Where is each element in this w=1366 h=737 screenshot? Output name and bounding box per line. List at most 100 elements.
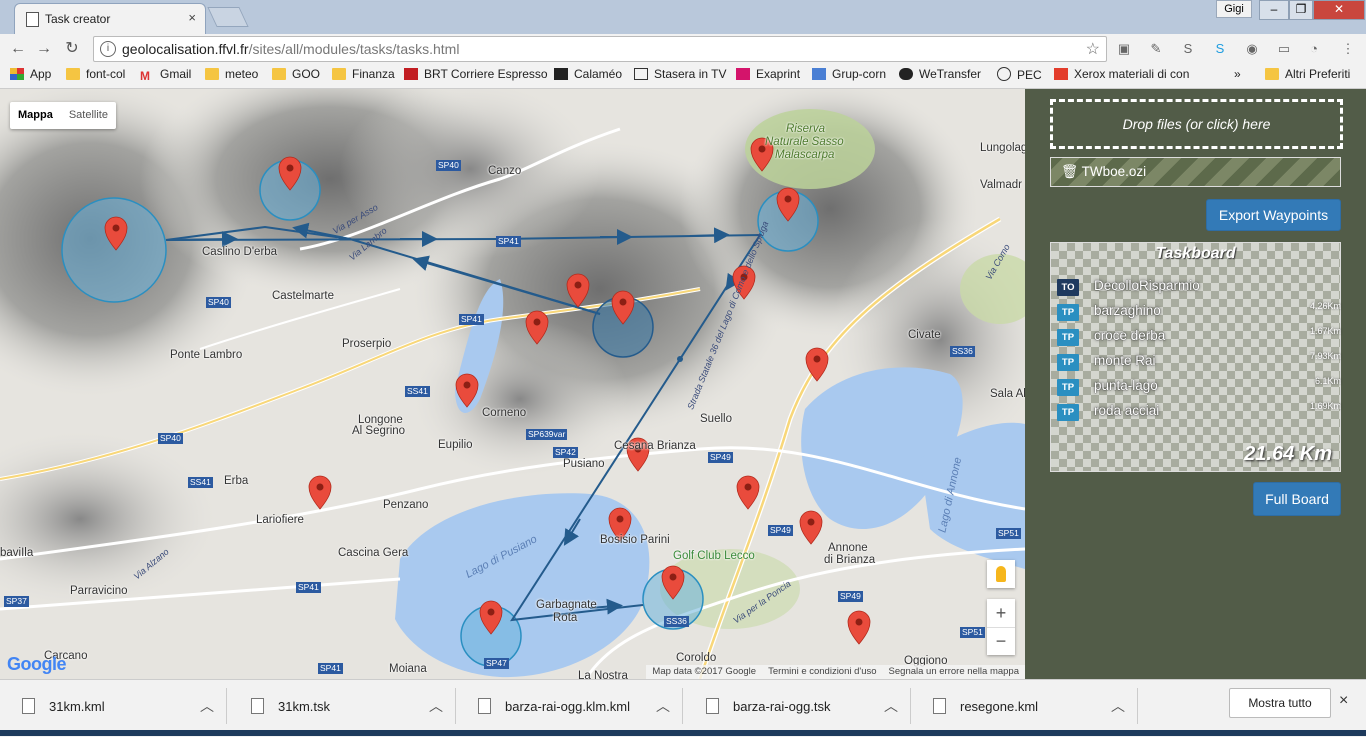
- chevron-up-icon[interactable]: ︿: [656, 696, 670, 716]
- tab-title: Task creator: [45, 12, 111, 26]
- bookmark-calameo[interactable]: Calaméo: [554, 67, 622, 83]
- address-bar[interactable]: i geolocalisation.ffvl.fr/sites/all/modu…: [93, 36, 1107, 62]
- chevron-up-icon[interactable]: ︿: [1111, 696, 1125, 716]
- reserve-label: Malascarpa: [775, 149, 835, 161]
- taskboard: Taskboard TO DecolloRisparmio TP barzagh…: [1050, 242, 1341, 472]
- bookmark-altri-preferiti[interactable]: Altri Preferiti: [1265, 67, 1350, 83]
- bookmark-grup-corn[interactable]: Grup-corn: [812, 67, 886, 83]
- chevron-up-icon[interactable]: ︿: [429, 696, 443, 716]
- zoom-control: + −: [987, 599, 1015, 655]
- bookmarks-overflow[interactable]: »: [1234, 67, 1241, 83]
- file-dropzone[interactable]: Drop files (or click) here: [1050, 99, 1343, 149]
- waypoint-row[interactable]: TO DecolloRisparmio: [1057, 276, 1335, 298]
- maximize-icon[interactable]: ❐: [1289, 0, 1313, 20]
- info-icon[interactable]: i: [100, 41, 116, 57]
- forward-icon[interactable]: →: [34, 39, 54, 59]
- tab-close-icon[interactable]: ×: [188, 10, 196, 25]
- skype-icon[interactable]: S: [1212, 41, 1228, 57]
- map-type-map-button[interactable]: Mappa: [10, 102, 61, 129]
- zoom-in-button[interactable]: +: [987, 599, 1015, 628]
- download-item[interactable]: 31km.kml ︿: [0, 688, 227, 724]
- download-item[interactable]: barza-rai-ogg.tsk ︿: [684, 688, 911, 724]
- road-shield: SP41: [318, 663, 343, 674]
- place-label: baviIla: [0, 547, 34, 559]
- profile-button[interactable]: Gigi: [1216, 0, 1252, 18]
- waypoint-distance: 4.26Km: [1309, 301, 1341, 311]
- bookmark-pec[interactable]: PEC: [997, 67, 1042, 83]
- extension-icon[interactable]: ✎: [1148, 41, 1164, 57]
- bookmark-brt[interactable]: BRT Corriere Espresso: [404, 67, 548, 83]
- terms-link[interactable]: Termini e condizioni d'uso: [762, 666, 882, 677]
- waypoint-row[interactable]: TP barzaghino 4.26Km: [1057, 301, 1341, 323]
- bookmark-stasera-in-tv[interactable]: Stasera in TV: [634, 67, 726, 83]
- download-filename: 31km.tsk: [278, 699, 331, 714]
- minimize-icon[interactable]: –: [1259, 0, 1289, 20]
- trash-icon[interactable]: 🗑: [1061, 164, 1078, 179]
- road-shield: SS41: [188, 477, 213, 488]
- speed-icon[interactable]: ◔: [1306, 41, 1322, 57]
- close-downloads-icon[interactable]: ×: [1339, 692, 1348, 710]
- bookmark-wetransfer[interactable]: WeTransfer: [899, 67, 981, 83]
- place-label: Ponte Lambro: [170, 349, 243, 361]
- reserve-label: Riserva: [786, 123, 825, 135]
- reload-icon[interactable]: ↻: [62, 39, 82, 59]
- taskboard-title: Taskboard: [1155, 245, 1236, 262]
- back-icon[interactable]: ←: [8, 39, 28, 59]
- zoom-out-button[interactable]: −: [987, 628, 1015, 655]
- place-label: Annone: [828, 542, 868, 554]
- new-tab-button[interactable]: [207, 7, 249, 27]
- extension-icon[interactable]: ▣: [1116, 41, 1132, 57]
- chevron-up-icon[interactable]: ︿: [884, 696, 898, 716]
- show-all-downloads-button[interactable]: Mostra tutto: [1229, 688, 1331, 718]
- bookmark-xerox[interactable]: Xerox materiali di con: [1054, 67, 1189, 83]
- download-item[interactable]: barza-rai-ogg.klm.kml ︿: [456, 688, 683, 724]
- street-view-pegman-icon[interactable]: [987, 560, 1015, 588]
- road-shield: SP51: [996, 528, 1021, 539]
- place-label: Parravicino: [70, 585, 128, 597]
- place-label: Corneno: [482, 407, 527, 419]
- place-label: Moiana: [389, 663, 427, 675]
- file-icon: [478, 698, 491, 714]
- road-shield: SS36: [950, 346, 975, 357]
- bookmark-finanza[interactable]: Finanza: [332, 67, 395, 83]
- waypoint-row[interactable]: TP punta-lago 6.1Km: [1057, 376, 1341, 398]
- tab-task-creator[interactable]: Task creator ×: [14, 3, 206, 35]
- full-board-button[interactable]: Full Board: [1253, 482, 1341, 516]
- calameo-icon: [554, 68, 568, 80]
- report-error-link[interactable]: Segnala un errore nella mappa: [883, 666, 1025, 677]
- bookmark-goo[interactable]: GOO: [272, 67, 320, 83]
- waypoint-name: croce derba: [1094, 328, 1166, 343]
- bookmark-gmail[interactable]: M Gmail: [140, 67, 191, 83]
- place-label: Cesana Brianza: [614, 440, 696, 452]
- road-shield: SP40: [206, 297, 231, 308]
- road-shield: SP40: [158, 433, 183, 444]
- export-waypoints-button[interactable]: Export Waypoints: [1206, 199, 1341, 231]
- waypoint-row[interactable]: TP roda acciai 1.69Km: [1057, 401, 1341, 423]
- bookmark-star-icon[interactable]: ☆: [1086, 39, 1100, 59]
- download-item[interactable]: resegone.kml ︿: [911, 688, 1138, 724]
- map-terrain: [0, 89, 1025, 679]
- bookmark-app[interactable]: App: [10, 67, 51, 83]
- group-icon: [812, 68, 826, 80]
- map-canvas[interactable]: Mappa Satellite Canzo Caslino D'erba Cast…: [0, 89, 1025, 679]
- cast-icon[interactable]: ▭: [1276, 41, 1292, 57]
- waypoint-row[interactable]: TP croce derba 1.67Km: [1057, 326, 1341, 348]
- folder-icon: [66, 68, 80, 80]
- download-item[interactable]: 31km.tsk ︿: [229, 688, 456, 724]
- menu-icon[interactable]: ⋮: [1340, 41, 1356, 57]
- tv-icon: [634, 68, 648, 80]
- skype-icon[interactable]: S: [1180, 41, 1196, 57]
- waypoint-row[interactable]: TP monte Rai 7.93Km: [1057, 351, 1341, 373]
- map-type-satellite-button[interactable]: Satellite: [61, 102, 116, 129]
- file-name: TWboe.ozi: [1081, 164, 1147, 179]
- folder-icon: [332, 68, 346, 80]
- chevron-up-icon[interactable]: ︿: [200, 696, 214, 716]
- road-shield: SS41: [405, 386, 430, 397]
- bookmarks-bar: App font-col M Gmail meteo GOO Finanza BR…: [0, 62, 1366, 89]
- bookmark-meteo[interactable]: meteo: [205, 67, 258, 83]
- bookmark-font-col[interactable]: font-col: [66, 67, 125, 83]
- bookmark-exaprint[interactable]: Exaprint: [736, 67, 800, 83]
- ghostery-icon[interactable]: ◉: [1244, 41, 1260, 57]
- window-close-icon[interactable]: ✕: [1313, 0, 1365, 20]
- place-label: Canzo: [488, 165, 522, 177]
